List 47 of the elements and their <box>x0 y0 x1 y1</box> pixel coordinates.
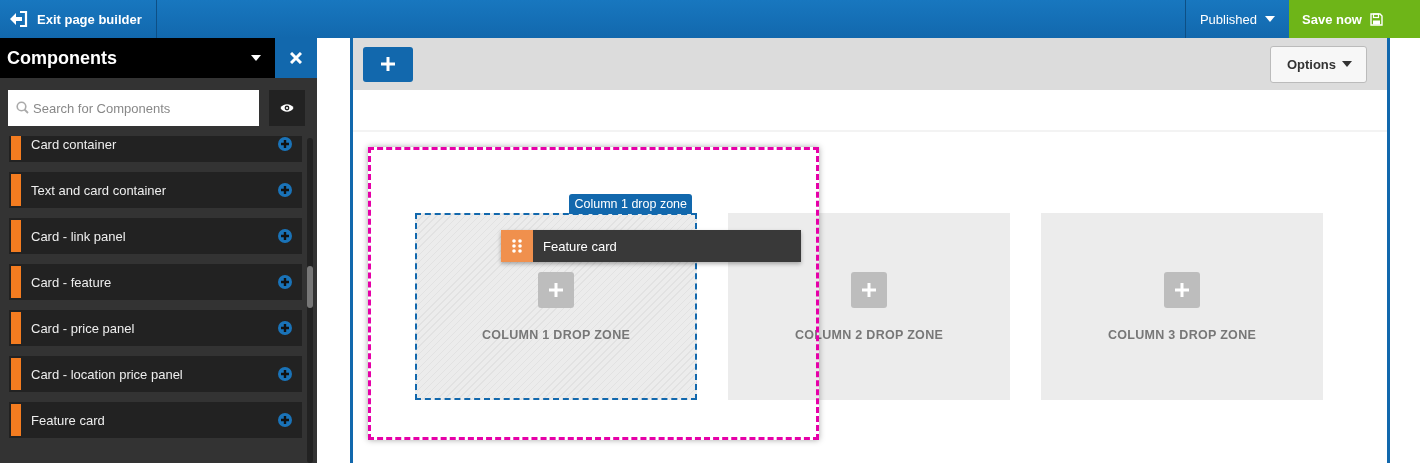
add-section-button[interactable] <box>363 46 413 82</box>
component-item[interactable]: Text and card container <box>9 172 302 208</box>
caret-icon <box>251 55 261 61</box>
item-stripe <box>11 136 21 160</box>
add-circle-icon[interactable] <box>278 275 292 289</box>
add-circle-icon[interactable] <box>278 183 292 197</box>
item-stripe <box>11 220 21 252</box>
item-stripe <box>11 358 21 390</box>
visibility-toggle-button[interactable] <box>269 90 305 126</box>
item-stripe <box>11 266 21 298</box>
drop-zone-label: COLUMN 2 DROP ZONE <box>794 327 944 342</box>
options-button[interactable]: Options <box>1269 45 1367 83</box>
item-stripe <box>11 174 21 206</box>
component-item[interactable]: Card - link panel <box>9 218 302 254</box>
search-field[interactable]: Search for Components <box>8 90 259 126</box>
close-icon <box>290 52 302 64</box>
drop-zone-label: COLUMN 1 DROP ZONE <box>481 327 631 342</box>
search-icon <box>16 101 29 114</box>
component-item[interactable]: Card container <box>9 136 302 162</box>
caret-icon <box>1342 61 1352 67</box>
drop-zone-tag: Column 1 drop zone <box>569 194 692 214</box>
plus-icon <box>379 55 397 73</box>
eye-icon <box>280 103 294 113</box>
scrollbar[interactable] <box>307 138 313 463</box>
item-stripe <box>11 312 21 344</box>
dragged-item-tooltip[interactable]: Feature card <box>501 230 801 262</box>
drop-zone-label: COLUMN 3 DROP ZONE <box>1107 327 1257 342</box>
plus-icon <box>860 280 878 299</box>
component-item[interactable]: Card - location price panel <box>9 356 302 392</box>
add-circle-icon[interactable] <box>278 413 292 427</box>
add-circle-icon[interactable] <box>278 229 292 243</box>
panel-title: Components <box>6 47 118 69</box>
drop-zone[interactable]: COLUMN 3 DROP ZONE <box>1041 213 1323 400</box>
drop-zone[interactable]: COLUMN 2 DROP ZONE <box>728 213 1010 400</box>
exit-icon <box>10 11 28 27</box>
plus-icon <box>1173 280 1191 299</box>
component-item[interactable]: Feature card <box>9 402 302 438</box>
add-circle-icon[interactable] <box>278 137 292 151</box>
plus-icon <box>547 280 565 299</box>
add-circle-icon[interactable] <box>278 321 292 335</box>
component-item[interactable]: Card - feature <box>9 264 302 300</box>
component-item[interactable]: Card - price panel <box>9 310 302 346</box>
item-stripe <box>11 404 21 436</box>
caret-icon <box>1265 16 1275 22</box>
close-button[interactable] <box>275 38 317 78</box>
drag-handle-icon <box>512 239 522 253</box>
add-circle-icon[interactable] <box>278 367 292 381</box>
